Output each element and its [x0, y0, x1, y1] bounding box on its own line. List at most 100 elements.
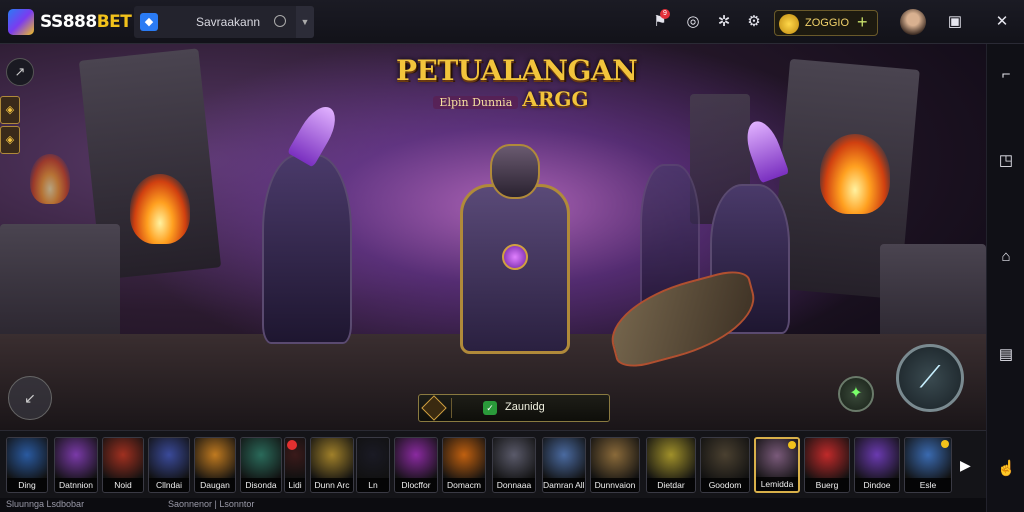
fire-effect — [30, 154, 70, 204]
attack-button[interactable]: ⟋ — [896, 344, 964, 412]
gesture-icon[interactable]: ☝ — [997, 460, 1016, 478]
app-tab[interactable]: ◆ Savraakann — [134, 6, 314, 38]
fire-effect — [820, 134, 890, 214]
hero-card[interactable]: Lidi — [284, 437, 306, 493]
add-coins-button[interactable]: + — [857, 12, 868, 33]
skill-slot-icon[interactable]: ◈ — [0, 96, 20, 124]
hero-name: Noid — [103, 478, 143, 492]
hero-name: Donnaaa — [493, 478, 535, 492]
tab-verified-icon — [274, 15, 286, 27]
hero-card[interactable]: Cllndai — [148, 437, 190, 493]
right-sidebar: ⌐ ◳ ⌂ ▤ ☝ — [986, 44, 1024, 512]
hero-portrait — [543, 438, 585, 480]
maximize-icon[interactable]: ▣ — [945, 12, 965, 32]
hero-card[interactable]: Daugan — [194, 437, 236, 493]
hero-portrait — [855, 438, 899, 480]
divider — [451, 398, 452, 418]
hero-card[interactable]: Ln — [356, 437, 390, 493]
hero-strip: ▶ Ding Datnnion Noid Cllndai Daugan Disonda Li… — [0, 430, 986, 498]
hero-card[interactable]: Dietdar — [646, 437, 696, 493]
hero-card[interactable]: Dunn Arc — [310, 437, 354, 493]
tab-title: Savraakann — [196, 15, 261, 29]
top-bar: SS888BET ◆ Savraakann ▼ ⚑ 9 ◎ ✲ ⚙ ZOGGIO… — [0, 0, 1024, 44]
hero-portrait — [241, 438, 281, 480]
skill-slot-icon[interactable]: ◈ — [0, 126, 20, 154]
hero-card[interactable]: Datnnion — [54, 437, 98, 493]
hero-portrait — [591, 438, 639, 480]
hero-portrait — [7, 438, 47, 480]
gear-icon[interactable]: ✲ — [714, 12, 734, 32]
notification-badge: 9 — [660, 9, 670, 19]
app-tab-icon: ◆ — [140, 13, 158, 31]
hero-name: Buerg — [805, 478, 849, 492]
hero-name: Datnnion — [55, 478, 97, 492]
hero-portrait — [805, 438, 849, 480]
hero-name: Disonda — [241, 478, 281, 492]
hero-portrait — [395, 438, 437, 480]
hero-card[interactable]: Dlocffor — [394, 437, 438, 493]
hero-portrait — [443, 438, 485, 480]
hero-name: Ln — [357, 478, 389, 492]
warrior-left — [262, 154, 352, 344]
window-icon[interactable]: ▤ — [997, 346, 1015, 364]
joystick-button[interactable]: ↙ — [8, 376, 52, 420]
logo-cube-icon — [8, 9, 34, 35]
fullscreen-icon[interactable]: ⌐ — [997, 66, 1015, 84]
hero-name: Goodom — [701, 478, 749, 492]
main-hero — [420, 144, 610, 394]
hero-card[interactable]: Ding — [6, 437, 48, 493]
hero-name: Dietdar — [647, 478, 695, 492]
home-icon[interactable]: ⌂ — [997, 248, 1015, 266]
hero-portrait — [647, 438, 695, 480]
secondary-skill-button[interactable]: ✦ — [838, 376, 874, 412]
hero-portrait — [311, 438, 353, 480]
logo-prefix: SS888 — [40, 12, 97, 32]
play-button[interactable]: ✓ Zaunidg — [418, 394, 610, 422]
hero-card[interactable]: Disonda — [240, 437, 282, 493]
hero-badge-icon — [788, 441, 796, 449]
hero-card[interactable]: Dindoe — [854, 437, 900, 493]
coin-value: ZOGGIO — [805, 17, 849, 29]
coin-icon — [779, 14, 799, 34]
pointer-tool-button[interactable]: ↗ — [6, 58, 34, 86]
title-line2: ARGG — [522, 87, 589, 111]
logo-accent: BET — [96, 12, 132, 32]
hero-name: Damran Alla — [543, 478, 585, 492]
mode-icon: ✓ — [483, 401, 497, 415]
hero-portrait — [103, 438, 143, 480]
coin-balance[interactable]: ZOGGIO + — [774, 10, 878, 36]
hero-portrait — [701, 438, 749, 480]
tab-dropdown-button[interactable]: ▼ — [296, 6, 314, 38]
hero-name: Domacm — [443, 478, 485, 492]
hero-card[interactable]: Dunnvaion — [590, 437, 640, 493]
status-left: Sluunnga Lsdbobar — [6, 499, 85, 509]
hero-name: Dunnvaion — [591, 478, 639, 492]
app-logo[interactable]: SS888BET — [8, 8, 132, 36]
hero-card[interactable]: Esle — [904, 437, 952, 493]
strip-next-icon[interactable]: ▶ — [960, 457, 971, 474]
hero-gem — [502, 244, 528, 270]
hero-card[interactable]: Lemidda — [754, 437, 800, 493]
hero-name: Daugan — [195, 478, 235, 492]
rank-icon — [421, 395, 447, 421]
screenshot-icon[interactable]: ◳ — [997, 152, 1015, 170]
hero-card[interactable]: Donnaaa — [492, 437, 536, 493]
hero-name: Dindoe — [855, 478, 899, 492]
hero-card[interactable]: Damran Alla — [542, 437, 586, 493]
logo-text: SS888BET — [40, 12, 132, 32]
hero-card[interactable]: Buerg — [804, 437, 850, 493]
hero-card[interactable]: Domacm — [442, 437, 486, 493]
hero-portrait — [357, 438, 389, 480]
hero-portrait — [149, 438, 189, 480]
hero-name: Dlocffor — [395, 478, 437, 492]
game-title: PETUALANGAN Elpin Dunnia ARGG — [396, 54, 638, 111]
hero-name: Lemidda — [756, 477, 798, 491]
hero-portrait — [195, 438, 235, 480]
hero-card[interactable]: Goodom — [700, 437, 750, 493]
hero-name: Cllndai — [149, 478, 189, 492]
avatar[interactable] — [900, 9, 926, 35]
controller-icon[interactable]: ◎ — [683, 12, 703, 32]
close-icon[interactable]: ✕ — [992, 12, 1012, 32]
hero-card[interactable]: Noid — [102, 437, 144, 493]
settings-icon[interactable]: ⚙ — [744, 12, 764, 32]
